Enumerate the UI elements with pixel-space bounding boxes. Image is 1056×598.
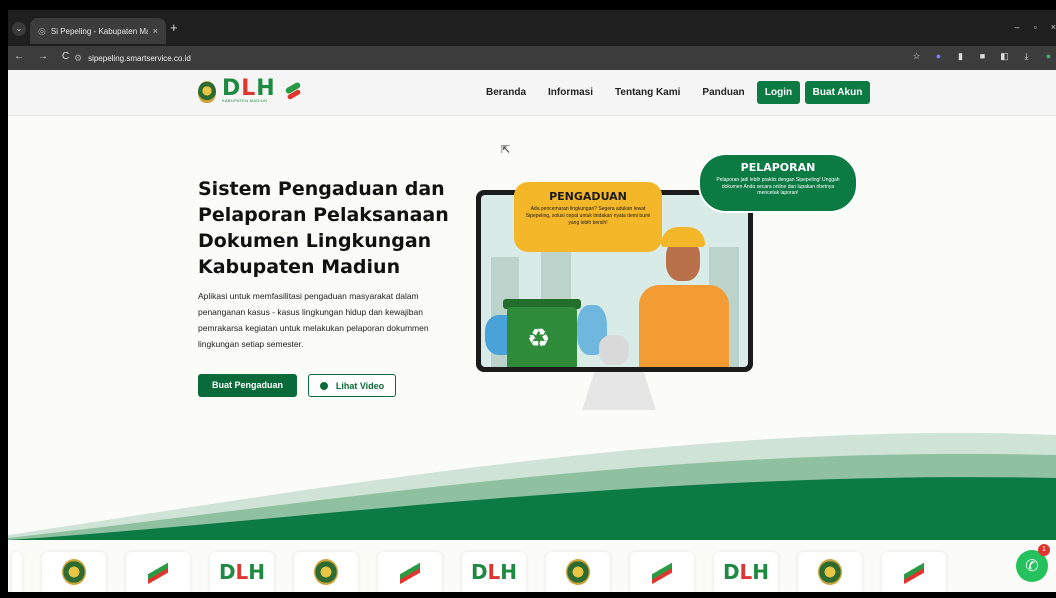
trash-bag-shape xyxy=(599,335,629,365)
logo-card xyxy=(882,552,946,592)
pengaduan-title: PENGADUAN xyxy=(549,190,627,203)
hero-description: Aplikasi untuk memfasilitasi pengaduan m… xyxy=(198,291,429,349)
logo-letter-d: D xyxy=(722,560,740,584)
restore-button[interactable]: ▫ xyxy=(1034,22,1037,32)
login-button[interactable]: Login xyxy=(757,81,800,104)
logo-card xyxy=(12,552,22,592)
logo-card xyxy=(294,552,358,592)
bookmark-star-icon[interactable]: ☆ xyxy=(911,51,922,62)
back-button[interactable]: ← xyxy=(14,51,24,62)
pelaporan-title: PELAPORAN xyxy=(740,161,816,174)
site-info-icon[interactable]: ⚙ xyxy=(74,53,82,64)
notification-badge: 1 xyxy=(1038,544,1050,556)
logo-letter-d: D xyxy=(470,560,488,584)
logo-letter-d: D xyxy=(218,560,236,584)
register-button[interactable]: Buat Akun xyxy=(805,81,870,104)
menu-item-panduan[interactable]: Panduan xyxy=(702,87,744,98)
logo-card xyxy=(378,552,442,592)
logo-card xyxy=(798,552,862,592)
pengaduan-text: Ada pencemaran lingkungan? Segera adukan… xyxy=(525,206,651,226)
madiun-emblem-icon xyxy=(566,559,590,585)
madiun-emblem-icon xyxy=(818,559,842,585)
extensions-puzzle-icon[interactable]: ◧ xyxy=(999,51,1010,62)
profile-avatar-icon[interactable]: ● xyxy=(1043,51,1054,62)
new-tab-button[interactable]: + xyxy=(170,20,178,35)
dlh-logo-mark: DLH xyxy=(723,560,769,584)
browser-window: ⌄ ◎ Si Pepeling - Kabupaten Madiun × + –… xyxy=(8,10,1056,592)
logo-card xyxy=(42,552,106,592)
dlh-logo: DLH KABUPATEN MADIUN xyxy=(222,78,276,104)
whatsapp-icon: ✆ xyxy=(1025,558,1039,575)
logo-card xyxy=(630,552,694,592)
partner-logos: DLH DLH DLH xyxy=(8,552,1056,592)
close-window-button[interactable]: × xyxy=(1051,22,1056,32)
logo-card: DLH xyxy=(714,552,778,592)
hero-title: Sistem Pengaduan dan Pelaporan Pelaksana… xyxy=(198,178,449,278)
tab-bar: ⌄ ◎ Si Pepeling - Kabupaten Madiun × + –… xyxy=(8,10,1056,46)
logo-card: DLH xyxy=(210,552,274,592)
browser-tab[interactable]: ◎ Si Pepeling - Kabupaten Madiun × xyxy=(30,18,166,44)
tree-logo-icon xyxy=(400,560,420,584)
extensions-bar: ☆ ● ▮ ■ ◧ ⤓ ● xyxy=(911,51,1054,62)
minimize-button[interactable]: – xyxy=(1015,22,1020,32)
tree-logo-icon xyxy=(904,560,924,584)
wave-decoration xyxy=(8,432,1056,540)
main-menu: Beranda Informasi Tentang Kami Panduan xyxy=(486,87,745,98)
site-header: DLH KABUPATEN MADIUN Beranda Informasi T… xyxy=(8,70,1056,116)
download-icon[interactable]: ⤓ xyxy=(1021,51,1032,62)
menu-item-beranda[interactable]: Beranda xyxy=(486,87,526,98)
recycle-icon: ♻ xyxy=(527,323,551,353)
logo-card: DLH xyxy=(462,552,526,592)
logo-letter-l: L xyxy=(487,560,501,584)
logo-letter-h: H xyxy=(248,560,266,584)
logo-card xyxy=(126,552,190,592)
buat-pengaduan-button[interactable]: Buat Pengaduan xyxy=(198,374,297,397)
worker-vest-shape xyxy=(639,285,729,367)
address-bar-row: ← → C ⚙ sipepeling.smartservice.co.id ☆ … xyxy=(8,46,1056,70)
lihat-video-button[interactable]: Lihat Video xyxy=(308,374,396,397)
logo-letter-l: L xyxy=(235,560,249,584)
lihat-video-label: Lihat Video xyxy=(335,380,385,391)
menu-item-informasi[interactable]: Informasi xyxy=(548,87,593,98)
window-controls: – ▫ × xyxy=(1015,22,1056,32)
tree-logo-icon xyxy=(148,560,168,584)
madiun-emblem-icon xyxy=(62,559,86,585)
forward-button[interactable]: → xyxy=(38,51,48,62)
site-logo[interactable]: DLH KABUPATEN MADIUN xyxy=(198,78,304,104)
url-text: sipepeling.smartservice.co.id xyxy=(88,53,191,63)
tab-title: Si Pepeling - Kabupaten Madiun xyxy=(50,26,148,36)
logo-letter-h: H xyxy=(752,560,770,584)
dlh-logo-mark: DLH xyxy=(219,560,265,584)
tab-close-icon[interactable]: × xyxy=(153,26,158,36)
logo-letter-l: L xyxy=(739,560,753,584)
monitor-stand xyxy=(582,372,656,410)
logo-card xyxy=(546,552,610,592)
site-favicon-icon: ◎ xyxy=(38,25,46,36)
menu-item-tentang-kami[interactable]: Tentang Kami xyxy=(615,87,680,98)
pelaporan-bubble: PELAPORAN Pelaporan jadi lebih praktis d… xyxy=(698,153,858,213)
pelaporan-text: Pelaporan jadi lebih praktis dengan Sipe… xyxy=(716,177,840,196)
extension-icon[interactable]: ● xyxy=(933,51,944,62)
mouse-cursor-icon: ⇱ xyxy=(501,144,511,156)
nav-buttons: ← → C xyxy=(14,51,69,62)
tree-logo-icon xyxy=(652,560,672,584)
url-field[interactable]: ⚙ sipepeling.smartservice.co.id xyxy=(68,49,868,67)
worker-helmet-shape xyxy=(661,227,705,247)
logo-letter-h: H xyxy=(500,560,518,584)
dlh-logo-mark: DLH xyxy=(471,560,517,584)
pengaduan-bubble: PENGADUAN Ada pencemaran lingkungan? Seg… xyxy=(514,182,662,252)
extension-icon[interactable]: ▮ xyxy=(955,51,966,62)
play-dot-icon xyxy=(319,381,328,390)
madiun-emblem-icon xyxy=(314,559,338,585)
madiun-emblem-icon xyxy=(198,80,216,103)
extension-icon[interactable]: ■ xyxy=(977,51,988,62)
tree-logo-icon xyxy=(282,81,304,103)
tab-search-icon[interactable]: ⌄ xyxy=(12,22,26,36)
